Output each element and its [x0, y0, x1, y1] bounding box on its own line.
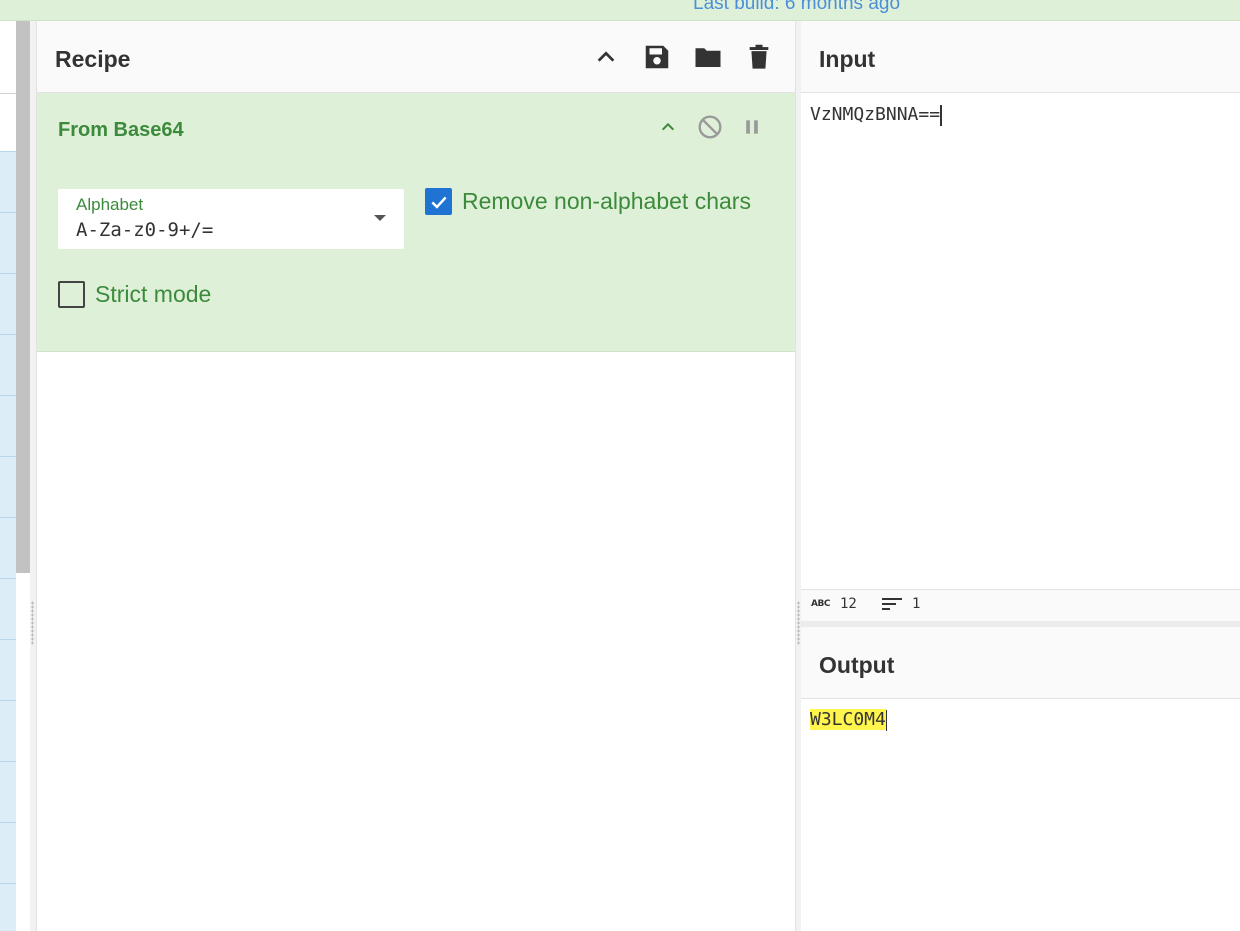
operations-scrollbar[interactable]: [16, 21, 30, 573]
alphabet-value: A-Za-z0-9+/=: [76, 219, 214, 241]
breakpoint-button[interactable]: [738, 113, 766, 141]
chevron-up-icon: [661, 122, 675, 131]
output-title: Output: [819, 652, 895, 678]
alphabet-select[interactable]: Alphabet A-Za-z0-9+/=: [58, 189, 404, 249]
gutter-grip-icon: [31, 601, 34, 645]
load-recipe-button[interactable]: [692, 41, 724, 73]
alphabet-label: Alphabet: [76, 195, 144, 214]
strict-mode-label: Strict mode: [95, 281, 212, 307]
operations-panel: [0, 21, 30, 931]
lines-icon: [882, 598, 902, 610]
input-text: VzNMQzBNNA==: [810, 104, 941, 125]
input-title: Input: [819, 46, 876, 72]
input-length: 12: [839, 596, 857, 612]
save-recipe-button[interactable]: [641, 41, 673, 73]
last-build-link[interactable]: Last build: 6 months ago: [693, 0, 900, 15]
output-text: W3LC0M4: [810, 709, 886, 730]
chevron-up-icon: [597, 51, 615, 62]
input-length-stat: ABC 12: [811, 596, 857, 612]
disable-operation-button[interactable]: [696, 113, 724, 141]
collapse-operation-button[interactable]: [654, 113, 682, 141]
top-banner: Last build: 6 months ago: [0, 0, 1240, 21]
operation-from-base64[interactable]: From Base64 Alphabet A-Za-z0-9+/= Remove…: [37, 93, 795, 352]
recipe-panel: Recipe From Base64 Alphabet A-Za-z0-9+/=…: [37, 21, 795, 931]
input-lines: 1: [912, 596, 921, 612]
output-header: Output: [801, 627, 1240, 699]
input-status-bar: ABC 12 1: [801, 589, 1240, 622]
output-textarea[interactable]: W3LC0M4: [810, 709, 888, 731]
pause-icon: [746, 120, 758, 134]
save-icon: [645, 45, 669, 69]
left-resize-gutter[interactable]: [30, 21, 37, 931]
output-panel: Output W3LC0M4: [801, 627, 1240, 931]
disable-icon: [698, 115, 722, 139]
checkbox-unchecked-icon[interactable]: [58, 281, 85, 308]
operations-list[interactable]: [0, 151, 16, 931]
checkbox-checked-icon[interactable]: [425, 188, 452, 215]
text-cursor: [940, 104, 942, 126]
dropdown-caret-icon: [374, 215, 386, 221]
recipe-title: Recipe: [55, 46, 131, 72]
input-panel: Input VzNMQzBNNA==: [801, 21, 1240, 589]
remove-non-alphabet-checkbox[interactable]: Remove non-alphabet chars: [425, 188, 751, 215]
gutter-grip-icon: [797, 601, 800, 645]
recipe-header: Recipe: [37, 21, 795, 93]
strict-mode-checkbox[interactable]: Strict mode: [58, 281, 211, 308]
input-header: Input: [801, 21, 1240, 93]
collapse-all-button[interactable]: [590, 41, 622, 73]
length-icon: ABC: [811, 599, 830, 609]
remove-non-alphabet-label: Remove non-alphabet chars: [462, 188, 751, 214]
trash-icon: [749, 44, 769, 69]
input-lines-stat: 1: [882, 596, 920, 612]
input-textarea[interactable]: VzNMQzBNNA==: [810, 104, 942, 126]
operation-title: From Base64: [58, 119, 184, 141]
text-cursor: [885, 709, 888, 731]
search-divider: [0, 93, 16, 94]
folder-icon: [695, 48, 721, 67]
clear-recipe-button[interactable]: [743, 41, 775, 73]
